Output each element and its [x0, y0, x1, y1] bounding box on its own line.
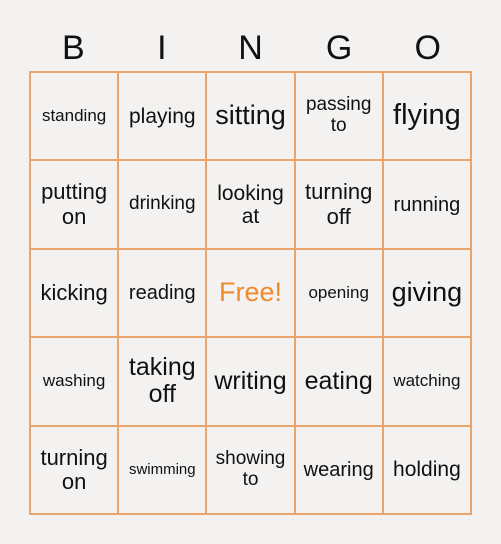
- bingo-cell[interactable]: watching: [382, 337, 471, 426]
- bingo-cell[interactable]: washing: [30, 337, 119, 426]
- bingo-cell[interactable]: holding: [382, 425, 471, 514]
- bingo-cell[interactable]: playing: [118, 72, 207, 161]
- header-letter-g: G: [325, 29, 353, 67]
- bingo-cell[interactable]: looking at: [206, 160, 295, 249]
- bingo-cell[interactable]: opening: [294, 248, 383, 338]
- bingo-cell[interactable]: giving: [382, 248, 471, 338]
- bingo-cell[interactable]: turning off: [294, 160, 383, 249]
- header-letter-n: N: [238, 29, 263, 67]
- bingo-cell[interactable]: passing to: [294, 72, 383, 161]
- header-letter-i: I: [157, 29, 167, 67]
- bingo-cell[interactable]: showing to: [206, 425, 295, 514]
- bingo-cell[interactable]: running: [382, 160, 471, 249]
- header-letter-b: B: [61, 29, 85, 67]
- header-letter-o: O: [414, 29, 441, 67]
- bingo-cell[interactable]: kicking: [30, 248, 119, 338]
- bingo-cell[interactable]: sitting: [206, 72, 295, 161]
- free-space-cell[interactable]: Free!: [206, 248, 295, 338]
- bingo-header: B I N G O: [29, 26, 472, 70]
- bingo-cell[interactable]: standing: [30, 72, 119, 161]
- bingo-cell[interactable]: swimming: [118, 425, 207, 514]
- bingo-cell[interactable]: turning on: [30, 425, 119, 514]
- bingo-cell[interactable]: flying: [382, 72, 471, 161]
- bingo-cell[interactable]: drinking: [118, 160, 207, 249]
- bingo-cell[interactable]: putting on: [30, 160, 119, 249]
- bingo-board: standing playing sitting passing to flyi…: [29, 71, 472, 515]
- bingo-cell[interactable]: reading: [118, 248, 207, 338]
- bingo-cell[interactable]: taking off: [118, 337, 207, 426]
- bingo-cell[interactable]: eating: [294, 337, 383, 426]
- bingo-cell[interactable]: wearing: [294, 425, 383, 514]
- bingo-cell[interactable]: writing: [206, 337, 295, 426]
